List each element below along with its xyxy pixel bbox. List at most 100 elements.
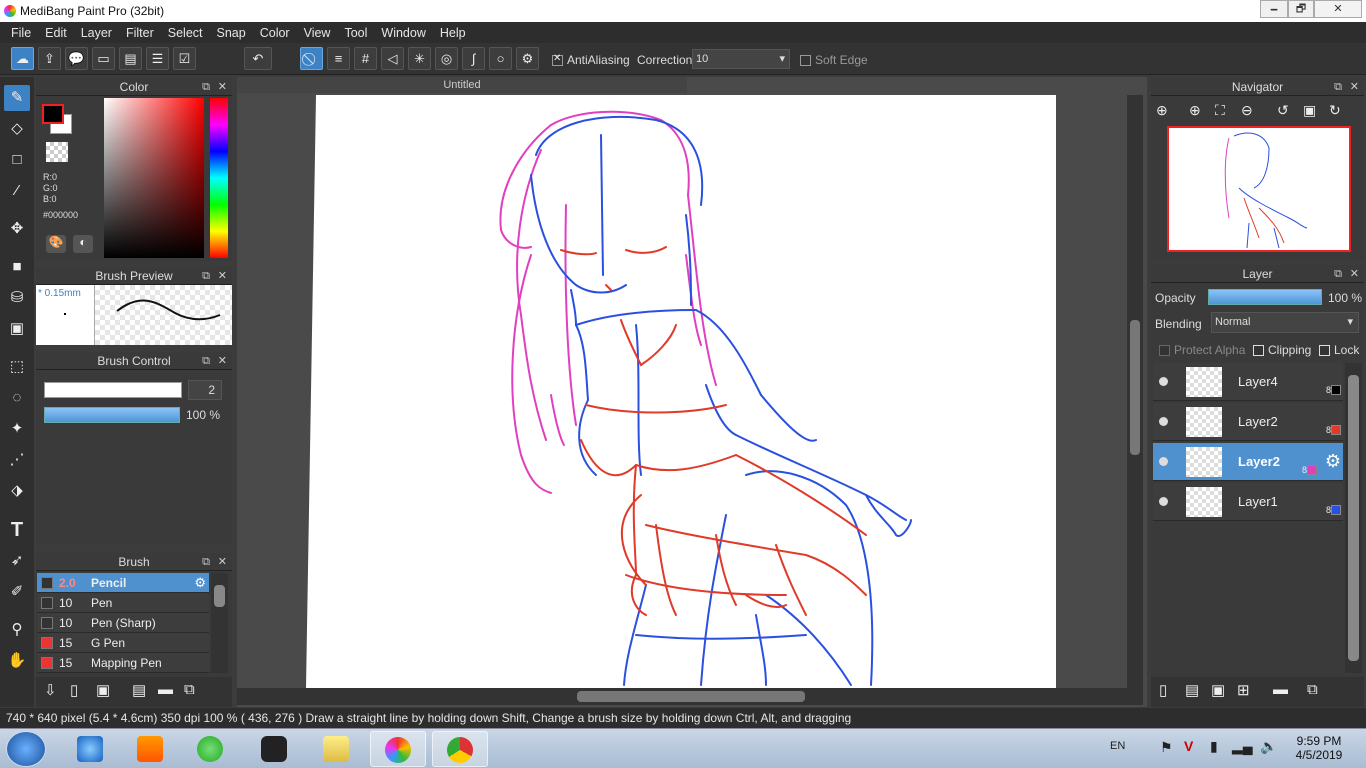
cloud-brush-icon[interactable]: ⇩	[44, 681, 57, 699]
concentric-snap-icon[interactable]: ◎	[435, 47, 458, 70]
duplicate-brush-icon[interactable]: ⧉	[184, 681, 195, 698]
soft-edge-toggle[interactable]: Soft Edge	[800, 53, 868, 67]
language-indicator[interactable]: EN	[1110, 740, 1125, 752]
canvas-horizontal-scrollbar[interactable]	[237, 688, 1143, 705]
dot-brush-icon[interactable]: ⁄	[4, 178, 30, 204]
close-icon[interactable]: ✕	[1350, 265, 1359, 283]
popout-icon[interactable]: ⧉	[1334, 265, 1342, 283]
menu-color[interactable]: Color	[253, 26, 297, 40]
antialiasing-toggle[interactable]: AntiAliasing	[552, 53, 630, 67]
select-eraser-icon[interactable]: ⬗	[4, 478, 30, 504]
close-icon[interactable]: ✕	[218, 267, 227, 285]
scroll-thumb[interactable]	[1130, 320, 1140, 455]
close-icon[interactable]: ✕	[218, 78, 227, 96]
flag-icon[interactable]: ⚑	[1160, 739, 1173, 756]
chrome-taskbar-icon[interactable]	[432, 731, 488, 767]
document-icon[interactable]: ▤	[119, 47, 142, 70]
brush-settings-icon[interactable]: ▤	[132, 681, 146, 699]
menu-filter[interactable]: Filter	[119, 26, 161, 40]
zoom-fit-icon[interactable]: ⊕	[1156, 102, 1168, 119]
menu-window[interactable]: Window	[374, 26, 432, 40]
layer-row[interactable]: Layer2 8 ⚙	[1153, 443, 1343, 481]
color-history-icon[interactable]: ◐	[73, 235, 93, 253]
circle-snap-icon[interactable]: ○	[489, 47, 512, 70]
drawing-canvas[interactable]	[306, 95, 1056, 688]
brush-item[interactable]: 10 Pen	[37, 593, 209, 613]
snap-settings-icon[interactable]: ⚙	[516, 47, 539, 70]
hue-slider[interactable]	[210, 98, 228, 258]
saturation-value-picker[interactable]	[104, 98, 204, 258]
rotate-left-icon[interactable]: ↺	[1277, 102, 1289, 119]
transparent-swatch[interactable]	[46, 142, 68, 162]
move-tool-icon[interactable]: ✥	[4, 216, 30, 242]
menu-snap[interactable]: Snap	[210, 26, 253, 40]
battery-icon[interactable]: ▮	[1210, 738, 1218, 755]
popout-icon[interactable]: ⧉	[202, 553, 210, 571]
clock[interactable]: 9:59 PM 4/5/2019	[1292, 734, 1346, 762]
grid-snap-icon[interactable]: #	[354, 47, 377, 70]
minimize-button[interactable]: 🗕	[1260, 0, 1288, 18]
undo-icon[interactable]: ↶	[244, 47, 272, 70]
new-1bit-layer-icon[interactable]: ▣	[1211, 681, 1225, 699]
scroll-thumb[interactable]	[1348, 375, 1359, 661]
flip-icon[interactable]: ▣	[1303, 102, 1316, 119]
close-icon[interactable]: ✕	[218, 553, 227, 571]
brush-item[interactable]: 15 G Pen	[37, 633, 209, 653]
layer-list-scrollbar[interactable]	[1345, 363, 1362, 673]
popout-icon[interactable]: ⧉	[202, 78, 210, 96]
utorrent-taskbar-icon[interactable]	[182, 731, 238, 767]
share-icon[interactable]: ⇪	[38, 47, 61, 70]
foreground-color-swatch[interactable]	[42, 104, 64, 124]
protect-alpha-toggle[interactable]: Protect Alpha	[1159, 343, 1245, 357]
layer-opacity-slider[interactable]	[1208, 289, 1322, 305]
nox-taskbar-icon[interactable]	[246, 731, 302, 767]
blending-select[interactable]: Normal ▾	[1211, 312, 1359, 333]
soft-edge-checkbox[interactable]	[800, 55, 811, 67]
layer-row[interactable]: Layer4 8	[1153, 363, 1343, 401]
gradient-tool-icon[interactable]: ▣	[4, 316, 30, 342]
bucket-tool-icon[interactable]: ⛁	[4, 285, 30, 311]
brush-opacity-slider[interactable]	[44, 407, 180, 423]
duplicate-layer-icon[interactable]: ⧉	[1307, 681, 1318, 698]
rotate-right-icon[interactable]: ↻	[1329, 102, 1341, 119]
brush-size-slider[interactable]	[44, 382, 182, 398]
visibility-eye-icon[interactable]	[1159, 497, 1168, 506]
text-tool-icon[interactable]: T	[4, 517, 30, 543]
cloud-icon[interactable]: ☁	[11, 47, 34, 70]
document-tab[interactable]: Untitled	[237, 77, 687, 93]
eyedropper-tool-icon[interactable]: ⚲	[4, 617, 30, 643]
layer-row[interactable]: Layer2 8	[1153, 403, 1343, 441]
select-rect-icon[interactable]: ⬚	[4, 354, 30, 380]
volume-icon[interactable]: 🔈	[1260, 738, 1277, 755]
medibang-taskbar-icon[interactable]	[370, 731, 426, 767]
checklist-icon[interactable]: ☑	[173, 47, 196, 70]
media-player-taskbar-icon[interactable]	[122, 731, 178, 767]
palette-icon[interactable]: 🎨	[46, 235, 66, 253]
maximize-button[interactable]: 🗗	[1288, 0, 1314, 18]
fill-rect-tool-icon[interactable]: ■	[4, 254, 30, 280]
menu-tool[interactable]: Tool	[337, 26, 374, 40]
menu-edit[interactable]: Edit	[38, 26, 74, 40]
brush-tool-icon[interactable]: ✎	[4, 85, 30, 111]
visibility-eye-icon[interactable]	[1159, 457, 1168, 466]
menu-file[interactable]: File	[4, 26, 38, 40]
curve-snap-icon[interactable]: ∫	[462, 47, 485, 70]
ie-taskbar-icon[interactable]	[62, 731, 118, 767]
eraser-tool-icon[interactable]: ◇	[4, 116, 30, 142]
new-halftone-layer-icon[interactable]: ▤	[1185, 681, 1199, 699]
lock-checkbox[interactable]	[1319, 345, 1330, 357]
parallel-snap-icon[interactable]: ≡	[327, 47, 350, 70]
magic-wand-icon[interactable]: ✦	[4, 416, 30, 442]
popout-icon[interactable]: ⧉	[202, 352, 210, 370]
menu-layer[interactable]: Layer	[74, 26, 119, 40]
scroll-thumb[interactable]	[577, 691, 805, 702]
visibility-eye-icon[interactable]	[1159, 377, 1168, 386]
rectangle-tool-icon[interactable]: □	[4, 147, 30, 173]
menu-help[interactable]: Help	[433, 26, 473, 40]
brush-list-scrollbar[interactable]	[211, 573, 228, 673]
zoom-in-icon[interactable]: ⊕	[1189, 102, 1201, 119]
gear-icon[interactable]: ⚙	[1325, 451, 1341, 472]
canvas-vertical-scrollbar[interactable]	[1127, 95, 1143, 688]
hand-tool-icon[interactable]: ✋	[4, 648, 30, 674]
layer-row[interactable]: Layer1 8	[1153, 483, 1343, 521]
